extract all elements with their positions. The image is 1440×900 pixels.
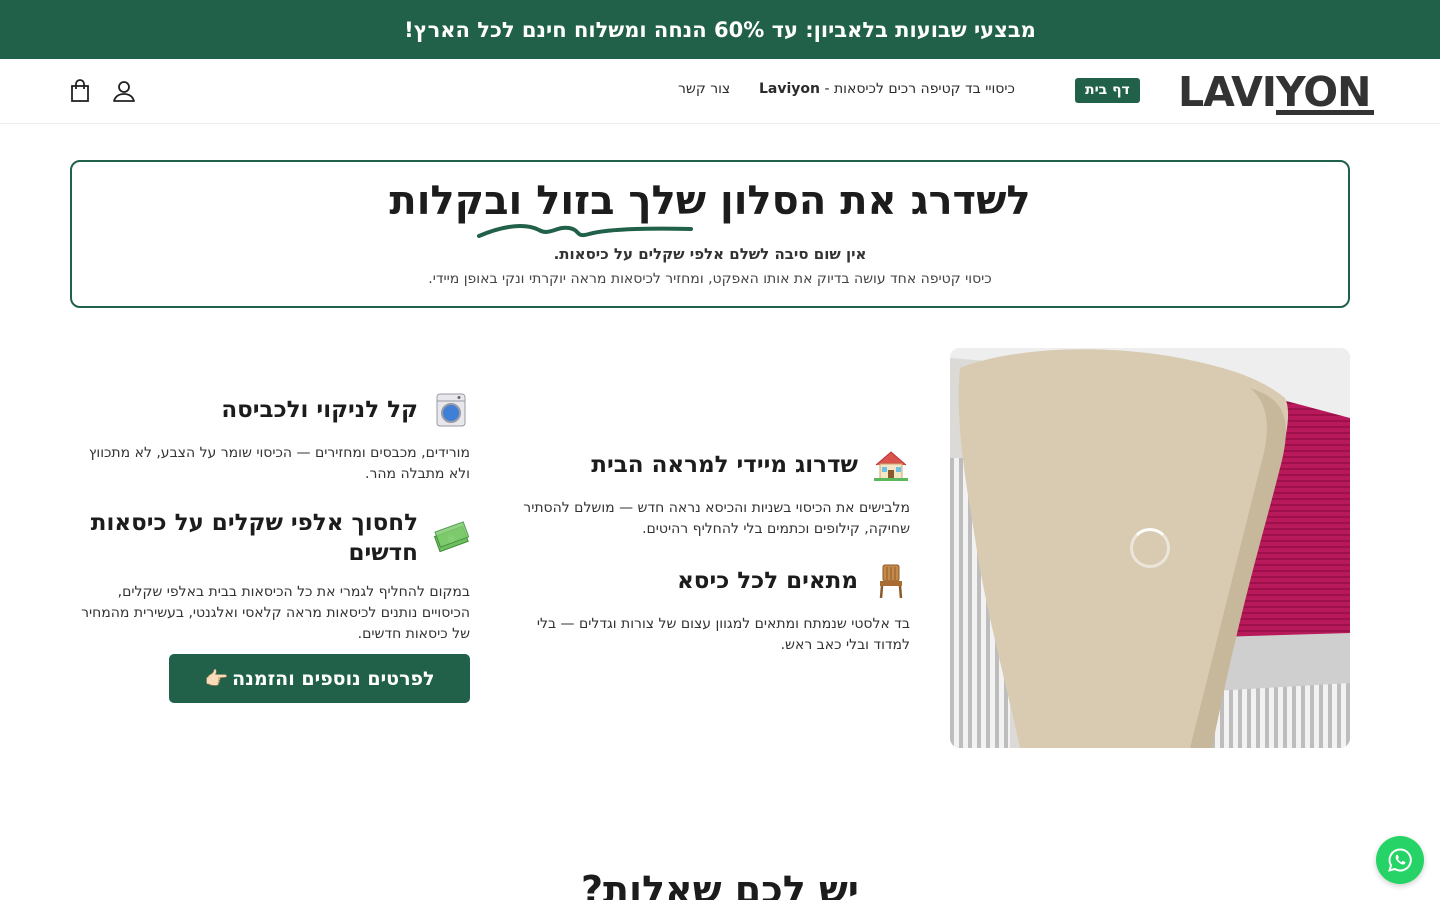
money-icon <box>432 519 470 557</box>
announcement-bar: מבצעי שבועות בלאביון: עד 60% הנחה ומשלוח… <box>0 0 1440 59</box>
account-icon[interactable] <box>111 78 137 104</box>
cta-label: לפרטים נוספים והזמנה <box>232 667 435 690</box>
hero-title-highlight: בזול ובקלות <box>389 178 615 224</box>
feature-upgrade-heading: שדרוג מיידי למראה הבית <box>520 446 910 484</box>
announcement-text: מבצעי שבועות בלאביון: עד 60% הנחה ומשלוח… <box>404 17 1036 42</box>
nav-home[interactable]: דף בית <box>1075 78 1140 103</box>
feature-cleaning-heading: קל לניקוי ולכביסה <box>80 391 470 429</box>
washing-machine-icon <box>432 391 470 429</box>
logo-underline <box>1276 110 1374 115</box>
feature-cleaning-title: קל לניקוי ולכביסה <box>221 397 418 423</box>
whatsapp-icon <box>1388 848 1412 872</box>
feature-upgrade-text: מלבישים את הכיסוי בשניות והכיסא נראה חדש… <box>523 500 910 537</box>
hero-box: לשדרג את הסלון שלך בזול ובקלות אין שום ס… <box>70 160 1350 308</box>
house-icon <box>872 446 910 484</box>
cta-button[interactable]: לפרטים נוספים והזמנה 👉🏻 <box>169 654 470 703</box>
nav-product-prefix: כיסויי בד קטיפה רכים לכיסאות - <box>820 81 1015 97</box>
feature-fits: מתאים לכל כיסא בד אלסטי שנמתח ומתאים למג… <box>520 562 910 656</box>
nav-product-brand: Laviyon <box>759 81 821 97</box>
hero-title-main: לשדרג את הסלון שלך <box>614 178 1031 224</box>
feature-save-title: לחסוך אלפי שקלים על כיסאות חדשים <box>90 510 418 566</box>
feature-save: לחסוך אלפי שקלים על כיסאות חדשים במקום ל… <box>80 508 470 645</box>
feature-cleaning: קל לניקוי ולכביסה מורידים, מכבסים ומחזיר… <box>80 391 470 485</box>
feature-upgrade: שדרוג מיידי למראה הבית מלבישים את הכיסוי… <box>520 446 910 540</box>
feature-fits-title: מתאים לכל כיסא <box>677 568 858 594</box>
nav-product[interactable]: כיסויי בד קטיפה רכים לכיסאות - Laviyon <box>759 81 1015 97</box>
cart-icon[interactable] <box>67 78 93 104</box>
loading-spinner <box>1130 528 1170 568</box>
logo[interactable]: LAVIYON <box>1178 69 1378 115</box>
feature-upgrade-title: שדרוג מיידי למראה הבית <box>591 452 858 478</box>
hero-description: כיסוי קטיפה אחד עושה בדיוק את אותו האפקט… <box>428 271 992 287</box>
faq-title: יש לכם שאלות? <box>581 868 859 900</box>
product-video[interactable] <box>950 348 1350 748</box>
feature-save-text: במקום להחליף לגמרי את כל הכיסאות בבית בא… <box>81 584 470 642</box>
feature-cleaning-text: מורידים, מכבסים ומחזירים — הכיסוי שומר ע… <box>88 445 470 482</box>
pointing-hand-icon: 👉🏻 <box>204 668 229 690</box>
hero-title: לשדרג את הסלון שלך בזול ובקלות <box>72 178 1348 224</box>
feature-fits-text: בד אלסטי שנמתח ומתאים למגוון עצום של צור… <box>536 616 910 653</box>
nav-contact[interactable]: צור קשר <box>678 81 730 97</box>
whatsapp-button[interactable] <box>1376 836 1424 884</box>
chair-icon <box>872 562 910 600</box>
feature-save-heading: לחסוך אלפי שקלים על כיסאות חדשים <box>80 508 470 568</box>
site-header: LAVIYON דף בית כיסויי בד קטיפה רכים לכיס… <box>0 59 1440 124</box>
squiggle-underline <box>477 224 693 238</box>
logo-text: LAVIYON <box>1178 68 1371 116</box>
hero-subtitle: אין שום סיבה לשלם אלפי שקלים על כיסאות. <box>553 245 867 263</box>
feature-fits-heading: מתאים לכל כיסא <box>520 562 910 600</box>
